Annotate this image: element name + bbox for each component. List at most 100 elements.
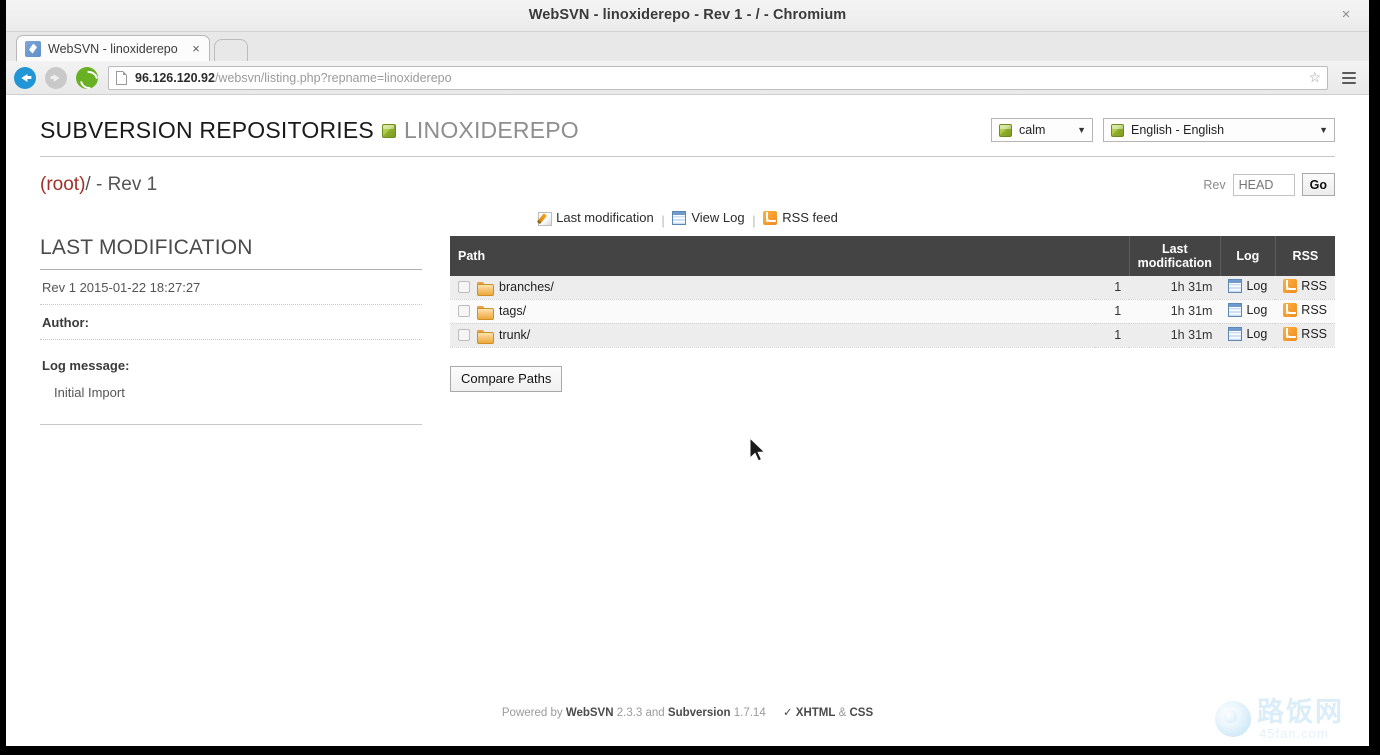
row-rss-label: RSS xyxy=(1301,327,1327,341)
row-checkbox[interactable] xyxy=(458,305,470,317)
table-icon xyxy=(1228,327,1242,341)
last-modification-link[interactable]: Last modification xyxy=(537,210,654,225)
watermark-latin-text: 45fan.com xyxy=(1259,726,1329,741)
chevron-down-icon: ▼ xyxy=(1305,125,1328,135)
rss-icon xyxy=(763,211,777,225)
last-modification-panel: LAST MODIFICATION Rev 1 2015-01-22 18:27… xyxy=(40,236,422,425)
footer-tick-icon: ✓ xyxy=(783,707,793,719)
footer-xhtml-link[interactable]: XHTML xyxy=(796,707,836,719)
breadcrumb: (root)/ - Rev 1 xyxy=(40,174,157,196)
row-checkbox[interactable] xyxy=(458,281,470,293)
column-header-log[interactable]: Log xyxy=(1220,236,1275,276)
tab-strip: WebSVN - linoxiderepo × xyxy=(6,32,1369,61)
row-rss-link[interactable]: RSS xyxy=(1283,327,1327,341)
cell-rss: RSS xyxy=(1275,276,1335,300)
rss-feed-label: RSS feed xyxy=(782,210,838,225)
window-close-icon[interactable]: × xyxy=(1337,6,1355,24)
listing-panel: Path Last modification Log RSS branches/… xyxy=(450,236,1335,392)
site-title-text: SUBVERSION REPOSITORIES xyxy=(40,117,374,144)
breadcrumb-rest: / - Rev 1 xyxy=(85,174,157,195)
action-links: Last modification | View Log | RSS feed xyxy=(40,196,1335,228)
url-path: /websvn/listing.php?repname=linoxiderepo xyxy=(215,71,452,85)
row-log-label: Log xyxy=(1246,327,1267,341)
row-checkbox[interactable] xyxy=(458,329,470,341)
folder-icon xyxy=(477,305,492,318)
footer-subversion[interactable]: Subversion xyxy=(668,707,731,719)
table-icon xyxy=(1228,303,1242,317)
listing-header-row: Path Last modification Log RSS xyxy=(450,236,1335,276)
sidebar-log-message: Initial Import xyxy=(40,377,422,400)
footer-and: and xyxy=(646,707,665,719)
breadcrumb-row: (root)/ - Rev 1 Rev Go xyxy=(40,157,1335,196)
cell-revision: 1 xyxy=(1095,323,1129,347)
language-select-value: English - English xyxy=(1131,123,1224,137)
window-titlebar: WebSVN - linoxiderepo - Rev 1 - / - Chro… xyxy=(6,0,1369,32)
footer-websvn-version: 2.3.3 xyxy=(617,707,643,719)
row-log-link[interactable]: Log xyxy=(1228,327,1267,341)
rss-icon xyxy=(1283,327,1297,341)
link-separator: | xyxy=(752,213,755,228)
theme-select[interactable]: calm ▼ xyxy=(991,118,1093,142)
tab-close-icon[interactable]: × xyxy=(189,41,203,56)
back-icon[interactable] xyxy=(14,67,36,89)
browser-window: WebSVN - linoxiderepo - Rev 1 - / - Chro… xyxy=(6,0,1369,746)
row-log-link[interactable]: Log xyxy=(1228,303,1267,317)
footer-ampersand: & xyxy=(839,707,847,719)
new-tab-button[interactable] xyxy=(214,39,248,61)
cell-path: tags/ xyxy=(450,299,1095,323)
path-link[interactable]: tags/ xyxy=(499,304,526,318)
rev-label: Rev xyxy=(1203,178,1225,192)
cell-revision: 1 xyxy=(1095,299,1129,323)
language-select[interactable]: English - English ▼ xyxy=(1103,118,1335,142)
path-link[interactable]: trunk/ xyxy=(499,328,530,342)
websvn-page: SUBVERSION REPOSITORIES LINOXIDEREPO cal… xyxy=(6,95,1369,745)
footer-websvn[interactable]: WebSVN xyxy=(566,707,614,719)
path-link[interactable]: branches/ xyxy=(499,280,554,294)
row-log-link[interactable]: Log xyxy=(1228,279,1267,293)
column-header-path[interactable]: Path xyxy=(450,236,1095,276)
address-bar[interactable]: 96.126.120.92/websvn/listing.php?repname… xyxy=(108,66,1328,90)
cell-last-modification: 1h 31m xyxy=(1129,323,1220,347)
repo-name[interactable]: LINOXIDEREPO xyxy=(404,117,579,144)
footer-subversion-version: 1.7.14 xyxy=(734,707,766,719)
revision-form: Rev Go xyxy=(1203,173,1335,196)
view-log-label: View Log xyxy=(691,210,744,225)
cell-log: Log xyxy=(1220,323,1275,347)
hamburger-menu-icon[interactable] xyxy=(1337,65,1361,91)
compare-paths-button[interactable]: Compare Paths xyxy=(450,366,562,392)
rev-input[interactable] xyxy=(1233,174,1295,196)
sidebar-rev-line: Rev 1 2015-01-22 18:27:27 xyxy=(40,270,422,305)
rss-feed-link[interactable]: RSS feed xyxy=(763,210,838,225)
cell-log: Log xyxy=(1220,276,1275,300)
listing-table: Path Last modification Log RSS branches/… xyxy=(450,236,1335,348)
address-bar-text: 96.126.120.92/websvn/listing.php?repname… xyxy=(135,71,1302,85)
folder-icon xyxy=(477,281,492,294)
tab-websvn[interactable]: WebSVN - linoxiderepo × xyxy=(16,35,210,61)
cell-rss: RSS xyxy=(1275,323,1335,347)
column-header-last-modification[interactable]: Last modification xyxy=(1129,236,1220,276)
rss-icon xyxy=(1283,303,1297,317)
page-viewport: SUBVERSION REPOSITORIES LINOXIDEREPO cal… xyxy=(6,95,1369,745)
link-separator: | xyxy=(661,213,664,228)
reload-icon[interactable] xyxy=(76,67,98,89)
breadcrumb-root-link[interactable]: (root) xyxy=(40,174,85,195)
footer-css-link[interactable]: CSS xyxy=(849,707,873,719)
go-button[interactable]: Go xyxy=(1302,173,1335,196)
table-row: tags/11h 31mLogRSS xyxy=(450,299,1335,323)
view-log-link[interactable]: View Log xyxy=(672,210,744,225)
column-header-rev xyxy=(1095,236,1129,276)
page-icon xyxy=(116,71,127,85)
row-rss-link[interactable]: RSS xyxy=(1283,279,1327,293)
browser-toolbar: 96.126.120.92/websvn/listing.php?repname… xyxy=(6,61,1369,95)
bookmark-star-icon[interactable]: ☆ xyxy=(1308,69,1321,86)
rss-icon xyxy=(1283,279,1297,293)
cell-rss: RSS xyxy=(1275,299,1335,323)
table-icon xyxy=(672,211,686,225)
row-rss-link[interactable]: RSS xyxy=(1283,303,1327,317)
sidebar-divider xyxy=(40,424,422,425)
listing-table-head: Path Last modification Log RSS xyxy=(450,236,1335,276)
pencil-icon xyxy=(537,211,551,225)
column-header-rss[interactable]: RSS xyxy=(1275,236,1335,276)
site-header: SUBVERSION REPOSITORIES LINOXIDEREPO cal… xyxy=(40,95,1335,157)
tab-title: WebSVN - linoxiderepo xyxy=(48,42,189,56)
